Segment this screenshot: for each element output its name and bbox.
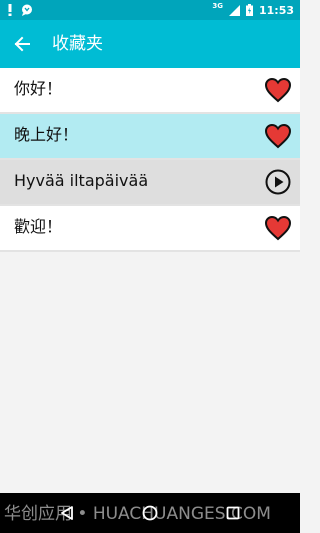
alert-icon xyxy=(8,4,12,16)
nav-home-button[interactable] xyxy=(138,501,162,525)
circle-home-icon xyxy=(142,505,158,521)
heart-icon xyxy=(264,123,292,149)
list-item[interactable]: Hyvää iltapäivää xyxy=(0,160,300,206)
page-title: 收藏夹 xyxy=(52,34,103,54)
list-item[interactable]: 你好！ xyxy=(0,68,300,114)
item-text: 晚上好！ xyxy=(14,125,79,144)
list-item[interactable]: 晚上好！ xyxy=(0,114,300,160)
network-type-label: 3G xyxy=(212,2,223,10)
back-button[interactable] xyxy=(10,32,34,56)
app-bar: 收藏夹 xyxy=(0,20,300,68)
nav-back-button[interactable] xyxy=(55,501,79,525)
favorite-button[interactable] xyxy=(264,214,292,242)
arrow-back-icon xyxy=(14,36,30,52)
item-text: 你好！ xyxy=(14,79,63,98)
status-bar: 3G 11:53 xyxy=(0,0,300,20)
square-recents-icon xyxy=(226,506,240,520)
item-text: Hyvää iltapäivää xyxy=(14,171,149,190)
play-button[interactable] xyxy=(264,168,292,196)
heart-icon xyxy=(264,77,292,103)
list-item[interactable]: 歡迎！ xyxy=(0,206,300,252)
chat-bubble-icon xyxy=(22,4,32,16)
nav-recents-button[interactable] xyxy=(221,501,245,525)
status-time: 11:53 xyxy=(258,3,294,17)
battery-icon xyxy=(245,4,253,16)
signal-icon xyxy=(228,4,240,16)
heart-icon xyxy=(264,215,292,241)
favorite-button[interactable] xyxy=(264,76,292,104)
triangle-back-icon xyxy=(61,506,73,520)
favorite-button[interactable] xyxy=(264,122,292,150)
status-system: 3G 11:53 xyxy=(212,2,294,18)
favorites-list: 你好！ 晚上好！ Hyvää iltapäivää 歡迎！ xyxy=(0,68,300,252)
play-icon xyxy=(265,169,291,195)
navigation-bar: 华创应用 • HUACHUANGES.COM xyxy=(0,493,300,533)
status-notifications xyxy=(8,2,33,18)
item-text: 歡迎！ xyxy=(14,217,63,236)
